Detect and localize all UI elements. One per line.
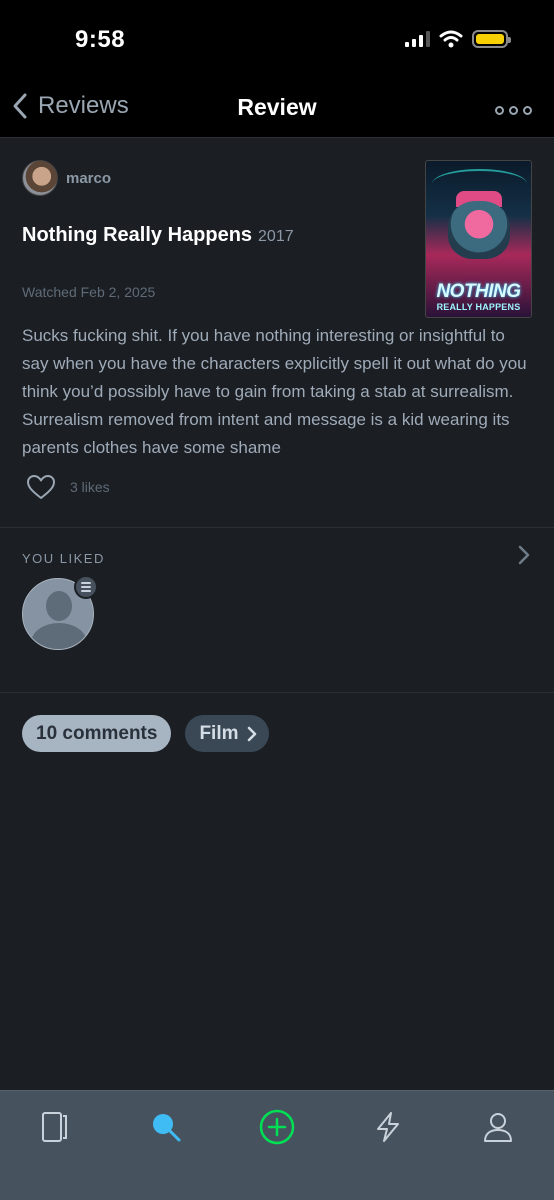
search-icon xyxy=(153,1114,181,1142)
signal-icon xyxy=(405,31,430,47)
reviewer[interactable]: marco xyxy=(22,160,111,196)
films-icon xyxy=(42,1112,67,1142)
activity-icon xyxy=(377,1112,399,1142)
watched-date: Watched Feb 2, 2025 xyxy=(22,284,156,300)
comments-button[interactable]: 10 comments xyxy=(22,715,172,752)
battery-icon xyxy=(472,30,511,48)
film-poster[interactable]: NOTHING REALLY HAPPENS xyxy=(425,160,532,318)
heart-icon[interactable] xyxy=(26,474,56,500)
more-options-icon[interactable] xyxy=(495,106,532,115)
poster-title: NOTHING xyxy=(436,281,521,302)
divider xyxy=(0,527,554,528)
you-liked-label: YOU LIKED xyxy=(22,551,105,566)
films-tab[interactable] xyxy=(34,1107,74,1147)
chevron-right-icon xyxy=(247,726,256,741)
status-bar: 9:58 xyxy=(0,0,554,80)
avatar[interactable] xyxy=(22,160,58,196)
list-icon xyxy=(74,575,98,599)
activity-tab[interactable] xyxy=(368,1107,408,1147)
review-body: Sucks fucking shit. If you have nothing … xyxy=(22,326,527,457)
film-title[interactable]: Nothing Really Happens xyxy=(22,224,252,247)
film-title-row[interactable]: Nothing Really Happens 2017 xyxy=(22,224,294,247)
status-icons xyxy=(405,30,511,48)
profile-icon xyxy=(484,1113,512,1142)
likes-count[interactable]: 3 likes xyxy=(70,479,110,495)
divider xyxy=(0,692,554,693)
add-icon xyxy=(259,1109,295,1145)
page-title: Review xyxy=(237,94,317,120)
nav-bar: Reviews Review xyxy=(0,80,554,138)
film-year: 2017 xyxy=(258,228,294,245)
film-button-label: Film xyxy=(199,722,239,744)
poster-subtitle: REALLY HAPPENS xyxy=(436,302,521,312)
profile-tab[interactable] xyxy=(478,1107,518,1147)
likes-row: 3 likes xyxy=(26,474,110,500)
pills: 10 comments Film xyxy=(22,715,269,752)
reviewer-name[interactable]: marco xyxy=(66,170,111,187)
status-time: 9:58 xyxy=(75,26,126,53)
film-button[interactable]: Film xyxy=(185,715,269,752)
add-tab[interactable] xyxy=(257,1107,297,1147)
tab-bar xyxy=(0,1090,554,1200)
search-tab[interactable] xyxy=(146,1107,186,1147)
wifi-icon xyxy=(439,30,463,48)
chevron-right-icon[interactable] xyxy=(517,545,531,565)
